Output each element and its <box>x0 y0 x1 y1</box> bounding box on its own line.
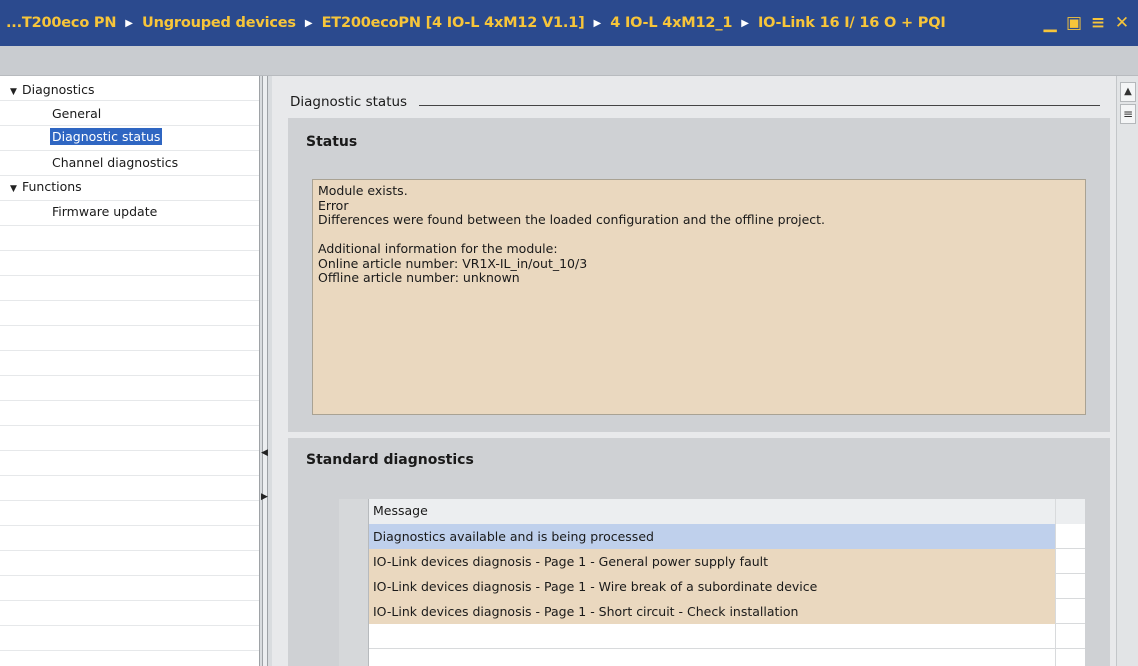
row-header-cell[interactable] <box>339 549 369 574</box>
section-header: Diagnostic status <box>290 94 1100 110</box>
row-header-cell[interactable] <box>339 574 369 599</box>
row-header-cell[interactable] <box>339 599 369 624</box>
diagnostics-table: Message Diagnostics available and is bei… <box>339 499 1085 666</box>
close-icon[interactable]: ✕ <box>1112 13 1132 33</box>
row-end-cell <box>1055 574 1085 599</box>
status-line: Online article number: VR1X-IL_in/out_10… <box>318 255 588 271</box>
standard-diagnostics-panel: Standard diagnostics Message Diagnostics… <box>288 438 1110 666</box>
table-row[interactable]: IO-Link devices diagnosis - Page 1 - Sho… <box>339 599 1085 624</box>
row-header-cell <box>339 499 369 524</box>
navigation-tree: ▼ Diagnostics General Diagnostic status C… <box>0 76 259 666</box>
title-bar: ...T200eco PN ▶ Ungrouped devices ▶ ET20… <box>0 0 1138 46</box>
section-divider <box>419 104 1100 106</box>
nav-item-general[interactable]: General <box>52 104 101 124</box>
chevron-right-icon: ▶ <box>125 17 133 29</box>
status-line: Error <box>318 197 349 213</box>
message-cell[interactable] <box>369 649 1055 666</box>
chevron-right-icon: ▶ <box>741 17 749 29</box>
column-header-message[interactable]: Message <box>369 499 1055 524</box>
breadcrumb-item-project[interactable]: ...T200eco PN <box>6 15 116 31</box>
status-panel: Status Module exists. Error Differences … <box>288 118 1110 432</box>
status-panel-title: Status <box>306 134 358 150</box>
main-content: Diagnostic status Status Module exists. … <box>272 76 1116 666</box>
message-cell[interactable] <box>369 624 1055 649</box>
breadcrumb-item-module[interactable]: 4 IO-L 4xM12_1 <box>610 15 732 31</box>
row-end-cell <box>1055 649 1085 666</box>
status-line: Offline article number: unknown <box>318 270 520 285</box>
row-end-cell <box>1055 599 1085 624</box>
splitter-handle[interactable] <box>262 76 268 666</box>
message-cell[interactable]: Diagnostics available and is being proce… <box>369 524 1055 549</box>
expand-right-icon[interactable]: ▶ <box>261 490 269 504</box>
expand-arrow-icon[interactable]: ▼ <box>10 82 22 102</box>
chevron-right-icon: ▶ <box>593 17 602 29</box>
row-end-cell <box>1055 624 1085 649</box>
status-line: Module exists. <box>318 183 408 198</box>
standard-diagnostics-title: Standard diagnostics <box>306 452 474 468</box>
message-cell[interactable]: IO-Link devices diagnosis - Page 1 - Wir… <box>369 574 1055 599</box>
header-end-cell <box>1055 499 1085 524</box>
table-row-empty[interactable] <box>339 624 1085 649</box>
scroll-thumb-grip-icon[interactable]: ≡ <box>1120 104 1136 124</box>
scroll-up-icon[interactable]: ▲ <box>1120 82 1136 102</box>
toolbar <box>0 46 1138 76</box>
nav-item-functions[interactable]: ▼ Functions <box>10 177 82 197</box>
table-row[interactable]: IO-Link devices diagnosis - Page 1 - Gen… <box>339 549 1085 574</box>
status-line: Additional information for the module: <box>318 241 558 256</box>
window-controls: ▁ ▣ ≡ ✕ <box>1040 0 1132 46</box>
table-row-empty[interactable] <box>339 649 1085 666</box>
message-cell[interactable]: IO-Link devices diagnosis - Page 1 - Sho… <box>369 599 1055 624</box>
row-header-cell[interactable] <box>339 649 369 666</box>
status-line <box>318 228 1080 243</box>
minimize-icon[interactable]: ▁ <box>1040 13 1060 33</box>
row-end-cell <box>1055 524 1085 549</box>
maximize-icon[interactable]: ≡ <box>1088 13 1108 33</box>
vertical-scrollbar[interactable]: ▲ ≡ <box>1116 76 1138 666</box>
panel-splitter[interactable]: ◀ ▶ <box>259 76 272 666</box>
table-row[interactable]: Diagnostics available and is being proce… <box>339 524 1085 549</box>
chevron-right-icon: ▶ <box>304 17 313 29</box>
section-title: Diagnostic status <box>290 94 408 110</box>
breadcrumb-item-submodule[interactable]: IO-Link 16 I/ 16 O + PQI <box>758 15 946 31</box>
expand-arrow-icon[interactable]: ▼ <box>10 179 22 199</box>
nav-item-diagnostic-status[interactable]: Diagnostic status <box>50 127 163 147</box>
collapse-left-icon[interactable]: ◀ <box>261 446 269 460</box>
nav-item-channel-diagnostics[interactable]: Channel diagnostics <box>52 153 178 173</box>
float-window-icon[interactable]: ▣ <box>1064 13 1084 33</box>
nav-item-firmware-update[interactable]: Firmware update <box>52 202 157 222</box>
table-row[interactable]: IO-Link devices diagnosis - Page 1 - Wir… <box>339 574 1085 599</box>
message-cell[interactable]: IO-Link devices diagnosis - Page 1 - Gen… <box>369 549 1055 574</box>
row-header-cell[interactable] <box>339 524 369 549</box>
row-end-cell <box>1055 549 1085 574</box>
status-text-box: Module exists. Error Differences were fo… <box>312 179 1086 415</box>
breadcrumb: ...T200eco PN ▶ Ungrouped devices ▶ ET20… <box>0 0 946 46</box>
nav-item-diagnostics[interactable]: ▼ Diagnostics <box>10 80 95 100</box>
row-header-cell[interactable] <box>339 624 369 649</box>
status-line: Differences were found between the loade… <box>318 212 826 227</box>
table-header-row: Message <box>339 499 1085 524</box>
breadcrumb-item-device[interactable]: ET200ecoPN [4 IO-L 4xM12 V1.1] <box>322 15 585 31</box>
breadcrumb-item-ungrouped[interactable]: Ungrouped devices <box>142 15 296 31</box>
